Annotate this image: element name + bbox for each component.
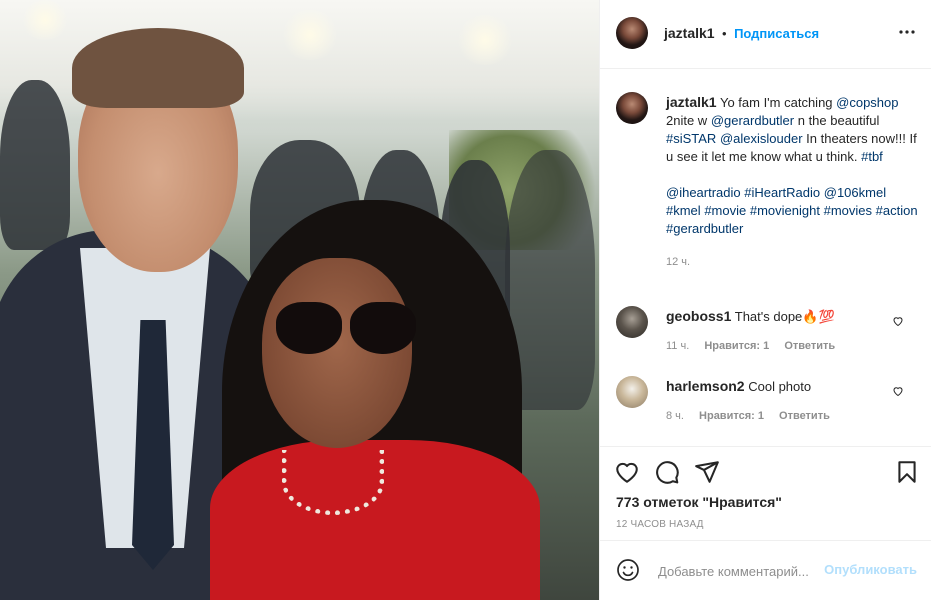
mention-link[interactable]: @alexislouder — [720, 131, 803, 146]
caption-text: 2nite w — [666, 113, 711, 128]
posted-time[interactable]: 12 часов назад — [616, 519, 704, 530]
post-header: jaztalk1 • Подписаться — [600, 0, 931, 69]
comment-avatar[interactable] — [616, 306, 648, 338]
separator-dot: • — [722, 26, 727, 41]
comment-like-heart-icon[interactable] — [892, 315, 904, 327]
ceiling-light — [280, 10, 340, 60]
more-horizontal-icon[interactable] — [899, 24, 915, 40]
caption-body: jaztalk1 Yo fam I'm catching @copshop 2n… — [666, 93, 918, 166]
comment-meta: 8 ч. Нравится: 1 Ответить — [666, 410, 842, 422]
ceiling-light — [455, 15, 515, 65]
emoji-icon[interactable] — [616, 558, 640, 582]
pearl-necklace — [282, 450, 384, 515]
caption-username[interactable]: jaztalk1 — [666, 94, 717, 110]
caption-time[interactable]: 12 ч. — [666, 253, 918, 271]
publish-button[interactable]: Опубликовать — [824, 562, 917, 577]
header-user-line: jaztalk1 • Подписаться — [664, 25, 819, 43]
background-person — [0, 80, 70, 250]
comment: geoboss1 That's dope🔥💯 — [666, 307, 876, 326]
header-username[interactable]: jaztalk1 — [664, 25, 715, 41]
comment-time[interactable]: 8 ч. — [666, 410, 684, 422]
hashtag-link[interactable]: #movienight — [750, 203, 820, 218]
comment-like-heart-icon[interactable] — [892, 385, 904, 397]
mention-link[interactable]: @gerardbutler — [711, 113, 794, 128]
add-comment-bar: Опубликовать — [600, 540, 931, 601]
hashtag-link[interactable]: #movie — [704, 203, 746, 218]
post-photo[interactable] — [0, 0, 599, 600]
follow-button[interactable]: Подписаться — [734, 26, 819, 41]
hashtag-link[interactable]: #iHeartRadio — [744, 185, 820, 200]
hashtag-link[interactable]: #siSTAR — [666, 131, 716, 146]
caption-text: Yo fam I'm catching — [716, 95, 837, 110]
hashtag-link[interactable]: #movies — [824, 203, 872, 218]
comment-username[interactable]: geoboss1 — [666, 308, 731, 324]
avatar[interactable] — [616, 17, 648, 49]
comment-input[interactable] — [656, 559, 830, 583]
man-hair — [72, 28, 244, 108]
mention-link[interactable]: @iheartradio — [666, 185, 741, 200]
comment-username[interactable]: harlemson2 — [666, 378, 745, 394]
caption-text: n the beautiful — [794, 113, 880, 128]
reply-button[interactable]: Ответить — [779, 410, 830, 422]
caption: jaztalk1 Yo fam I'm catching @copshop 2n… — [666, 93, 918, 271]
heart-icon[interactable] — [614, 459, 640, 485]
comment-icon[interactable] — [654, 459, 680, 485]
comment-time[interactable]: 11 ч. — [666, 340, 689, 352]
reply-button[interactable]: Ответить — [784, 340, 835, 352]
likes-count[interactable]: 773 отметок "Нравится" — [616, 494, 782, 510]
comment-body: That's dope🔥💯 — [734, 309, 835, 324]
mention-link[interactable]: @copshop — [836, 95, 898, 110]
hashtag-link[interactable]: #tbf — [861, 149, 883, 164]
comment-meta: 11 ч. Нравится: 1 Ответить — [666, 340, 847, 352]
post-actions: 773 отметок "Нравится" 12 часов назад Оп… — [600, 446, 931, 600]
post-sidebar: jaztalk1 • Подписаться jaztalk1 Yo fam I… — [599, 0, 931, 600]
mention-link[interactable]: @106kmel — [824, 185, 886, 200]
comment-avatar[interactable] — [616, 376, 648, 408]
hashtag-link[interactable]: #action — [876, 203, 918, 218]
instagram-post: jaztalk1 • Подписаться jaztalk1 Yo fam I… — [0, 0, 931, 600]
comment-body: Cool photo — [748, 379, 812, 394]
ceiling-light — [20, 0, 70, 40]
caption-avatar[interactable] — [616, 92, 648, 124]
sunglasses — [270, 302, 420, 358]
share-icon[interactable] — [694, 459, 720, 485]
comment-likes[interactable]: Нравится: 1 — [699, 410, 764, 422]
comment-likes[interactable]: Нравится: 1 — [704, 340, 769, 352]
caption-tags: @iheartradio #iHeartRadio @106kmel #kmel… — [666, 184, 918, 238]
hashtag-link[interactable]: #gerardbutler — [666, 221, 743, 236]
comment: harlemson2 Cool photo — [666, 377, 876, 396]
bookmark-icon[interactable] — [894, 459, 920, 485]
hashtag-link[interactable]: #kmel — [666, 203, 701, 218]
